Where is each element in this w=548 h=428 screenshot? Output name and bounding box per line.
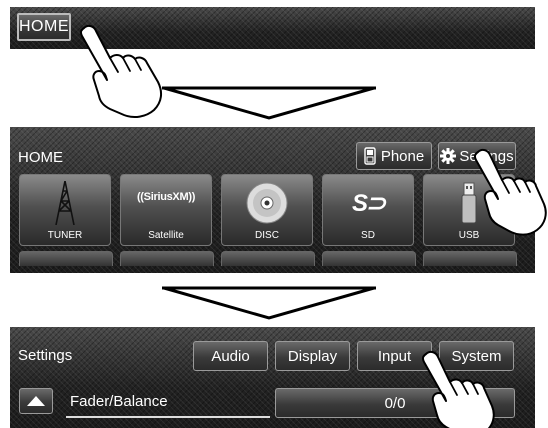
source-tile-partial [322,251,416,266]
phone-icon [364,147,376,165]
source-label: SD [361,230,375,241]
pointing-hand-icon [421,350,495,428]
source-tile-partial [221,251,315,266]
source-label: Satellite [148,230,184,241]
source-tile-partial [120,251,214,266]
pointing-hand-icon [79,24,163,119]
source-label: DISC [255,230,279,241]
tab-audio[interactable]: Audio [193,341,268,371]
down-arrow-icon [162,86,376,120]
tab-label: Display [287,347,338,365]
pointing-hand-icon [473,148,547,236]
source-label: TUNER [47,230,83,241]
scroll-up-button[interactable] [19,388,53,414]
disc-icon [246,182,288,224]
source-tile-tuner[interactable]: TUNER [19,174,111,246]
triangle-up-icon [27,396,45,406]
siriusxm-logo: ((SiriusXM)) [136,191,196,203]
gear-icon [440,148,457,164]
source-tile-disc[interactable]: DISC [221,174,313,246]
down-arrow-icon [162,286,376,320]
tower-icon [55,181,75,225]
home-button[interactable]: HOME [17,13,71,41]
step2-panel: HOME Phone Settings TUNER ((S [10,127,535,273]
fader-balance-label: Fader/Balance [70,393,168,410]
source-tile-satellite[interactable]: ((SiriusXM)) Satellite [120,174,212,246]
sd-card-icon: S⊃ [351,190,386,217]
tab-label: Audio [211,347,250,365]
source-tile-partial [19,251,113,266]
tab-display[interactable]: Display [275,341,350,371]
source-tile-sd[interactable]: S⊃ SD [322,174,414,246]
row-underline [66,416,270,418]
source-tile-partial [423,251,517,266]
phone-button[interactable]: Phone [356,142,432,170]
fader-balance-value: 0/0 [384,394,406,412]
header-title: Settings [18,347,73,364]
tab-label: Input [377,347,412,365]
header-title: HOME [18,149,63,166]
phone-button-label: Phone [380,147,425,165]
